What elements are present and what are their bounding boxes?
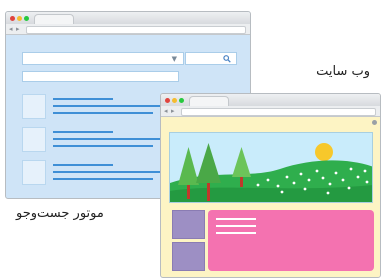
result-text-line — [53, 112, 153, 114]
back-arrow-icon[interactable]: ◂ — [164, 106, 168, 116]
content-text-line — [216, 232, 256, 234]
url-field[interactable] — [26, 26, 246, 34]
sidebar-block[interactable] — [172, 210, 205, 239]
result-text-line — [53, 105, 173, 107]
search-icon — [223, 55, 231, 63]
minimize-dot-icon[interactable] — [172, 98, 177, 103]
content-block — [208, 210, 374, 271]
search-input[interactable]: ▼ — [22, 52, 184, 65]
content-text-line — [216, 225, 256, 227]
landscape-image — [170, 143, 372, 202]
result-title-line[interactable] — [53, 131, 113, 133]
result-text-line — [53, 178, 153, 180]
back-arrow-icon[interactable]: ◂ — [9, 24, 13, 34]
content-heading-line — [216, 218, 256, 220]
hero-illustration — [169, 132, 373, 203]
chevron-down-icon[interactable]: ▼ — [172, 53, 177, 65]
website-window: ◂ ▸ — [160, 93, 381, 278]
close-dot-icon[interactable] — [165, 98, 170, 103]
result-text-line — [53, 138, 173, 140]
maximize-dot-icon[interactable] — [179, 98, 184, 103]
url-field[interactable] — [181, 108, 376, 116]
forward-arrow-icon[interactable]: ▸ — [171, 106, 175, 116]
search-engine-label: موتور جست‌وجو — [16, 206, 104, 221]
close-dot-icon[interactable] — [10, 16, 15, 21]
address-bar: ◂ ▸ — [161, 106, 380, 117]
minimize-dot-icon[interactable] — [17, 16, 22, 21]
result-title-line[interactable] — [53, 164, 113, 166]
result-text-line — [53, 171, 173, 173]
page-close-icon[interactable] — [372, 120, 377, 125]
address-bar: ◂ ▸ — [6, 24, 250, 35]
results-summary-bar — [22, 71, 179, 82]
result-text-line — [53, 145, 153, 147]
sun-icon — [315, 143, 333, 161]
sidebar-block[interactable] — [172, 242, 205, 271]
result-thumbnail[interactable] — [22, 160, 46, 185]
result-thumbnail[interactable] — [22, 127, 46, 152]
forward-arrow-icon[interactable]: ▸ — [16, 24, 20, 34]
result-title-line[interactable] — [53, 98, 113, 100]
maximize-dot-icon[interactable] — [24, 16, 29, 21]
search-button[interactable] — [185, 52, 237, 65]
result-thumbnail[interactable] — [22, 94, 46, 119]
website-label: وب سایت — [316, 64, 370, 79]
